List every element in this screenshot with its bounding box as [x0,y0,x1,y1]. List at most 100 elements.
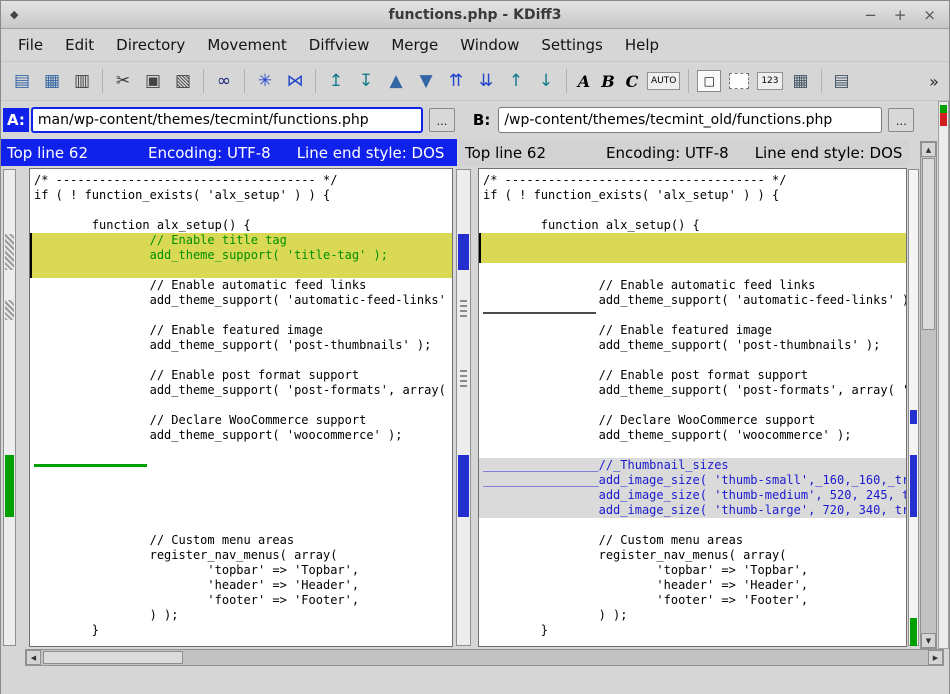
pane-a-diffbar[interactable] [3,169,16,646]
menu-item-edit[interactable]: Edit [54,31,105,59]
menu-item-merge[interactable]: Merge [380,31,449,59]
menu-item-file[interactable]: File [7,31,54,59]
file-b-browse-button[interactable]: ... [888,108,914,132]
pane-a-encoding: Encoding: UTF-8 [148,144,271,162]
file-a-path-input[interactable] [31,107,423,133]
diff-mark-hatch [5,234,14,270]
code-line [30,203,452,218]
pane-a-code[interactable]: /* ------------------------------------ … [29,168,453,647]
file-a-browse-button[interactable]: ... [429,108,455,132]
find-icon[interactable]: ∞ [209,67,239,95]
menu-item-movement[interactable]: Movement [196,31,297,59]
show-whitespace-button[interactable]: □ [697,70,721,92]
file-a-label: A: [3,108,29,132]
toolbar-separator [244,69,245,93]
diff-mark-hatch [5,300,14,320]
code-line [30,398,452,413]
scroll-left-button[interactable]: ◀ [26,650,41,665]
code-line: // Enable automatic feed links [479,278,906,293]
diff-mark-dots [460,300,467,318]
code-line [479,308,906,323]
paste-icon[interactable]: ▧ [168,67,198,95]
title-bar[interactable]: ◆ functions.php - KDiff3 − + × [1,1,949,29]
code-line [479,233,906,248]
close-button[interactable]: × [923,6,936,24]
code-line [479,353,906,368]
code-line: // Enable title tag [30,233,452,248]
minimize-button[interactable]: − [864,6,877,24]
select-c-button[interactable]: C [620,67,644,95]
save-icon[interactable]: ▦ [37,67,67,95]
scroll-right-button[interactable]: ▶ [928,650,943,665]
cut-icon[interactable]: ✂ [108,67,138,95]
code-line: // Enable automatic feed links [30,278,452,293]
code-line: add_theme_support( 'automatic-feed-links… [479,293,906,308]
code-line: // Custom menu areas [479,533,906,548]
code-line: 'header' => 'Header', [479,578,906,593]
go-current-delta-icon[interactable]: ⋈ [280,67,310,95]
menu-item-settings[interactable]: Settings [530,31,614,59]
pane-b-diffbar[interactable] [456,169,471,646]
code-line: add_theme_support( 'title-tag' ); [30,248,452,263]
overview-column[interactable] [938,101,949,649]
menu-item-diffview[interactable]: Diffview [298,31,381,59]
auto-merge-button[interactable]: AUTO [647,72,680,90]
scroll-down-button[interactable]: ▼ [921,633,936,648]
code-line: function alx_setup() { [479,218,906,233]
code-line: // Declare WooCommerce support [479,413,906,428]
code-line: ________________add_image_size( 'thumb-s… [479,473,906,488]
select-a-button[interactable]: A [572,67,596,95]
word-wrap-icon[interactable]: ▤ [827,67,857,95]
reload-icon[interactable]: ✳ [250,67,280,95]
prev-conflict-icon[interactable]: ⇈ [441,67,471,95]
show-whitespace-chars-button[interactable] [729,73,749,89]
code-line: } [30,623,452,638]
code-line: add_theme_support( 'post-thumbnails' ); [479,338,906,353]
vertical-scrollbar[interactable]: ▲ ▼ [920,141,937,649]
code-line [30,263,452,278]
next-conflict-icon[interactable]: ⇊ [471,67,501,95]
horizontal-scrollbar[interactable]: ◀ ▶ [25,649,944,666]
diff-mark-dots [460,370,467,388]
toolbar-overflow-button[interactable]: » [925,67,943,95]
code-line: /* ------------------------------------ … [479,173,906,188]
code-line [30,488,452,503]
select-b-button[interactable]: B [596,67,620,95]
split-view-icon[interactable]: ▦ [786,67,816,95]
pane-a-statusbar: Top line 62 Encoding: UTF-8 Line end sty… [1,139,457,166]
pane-a-top-line: Top line 62 [7,144,88,162]
last-delta-icon[interactable]: ↧ [351,67,381,95]
pane-b-encoding: Encoding: UTF-8 [606,144,729,162]
scroll-up-button[interactable]: ▲ [921,142,936,157]
code-line: add_theme_support( 'post-formats', array… [30,383,452,398]
menu-item-help[interactable]: Help [614,31,670,59]
copy-icon[interactable]: ▣ [138,67,168,95]
next-unsolved-icon[interactable]: ↓ [531,67,561,95]
horizontal-scrollbar-thumb[interactable] [43,651,183,664]
vertical-scrollbar-thumb[interactable] [922,158,935,330]
code-line [479,203,906,218]
file-b-path-input[interactable] [498,107,882,133]
app-icon: ◆ [10,8,18,21]
print-icon[interactable]: ▥ [67,67,97,95]
menu-item-directory[interactable]: Directory [105,31,196,59]
diff-overview-column[interactable] [908,169,919,646]
code-line [479,248,906,263]
diff-mark-blue [458,234,469,270]
code-line: if ( ! function_exists( 'alx_setup' ) ) … [30,188,452,203]
code-line: // Enable featured image [479,323,906,338]
code-line: register_nav_menus( array( [479,548,906,563]
toolbar-separator [203,69,204,93]
window-controls: − + × [864,6,936,24]
open-file-icon[interactable]: ▤ [7,67,37,95]
prev-delta-icon[interactable]: ▲ [381,67,411,95]
first-delta-icon[interactable]: ↥ [321,67,351,95]
maximize-button[interactable]: + [894,6,907,24]
menu-item-window[interactable]: Window [449,31,530,59]
prev-unsolved-icon[interactable]: ↑ [501,67,531,95]
next-delta-icon[interactable]: ▼ [411,67,441,95]
code-line: function alx_setup() { [30,218,452,233]
code-line: ________________//_Thumbnail_sizes [479,458,906,473]
show-line-numbers-button[interactable]: 123 [757,72,782,90]
pane-b-code[interactable]: /* ------------------------------------ … [478,168,907,647]
